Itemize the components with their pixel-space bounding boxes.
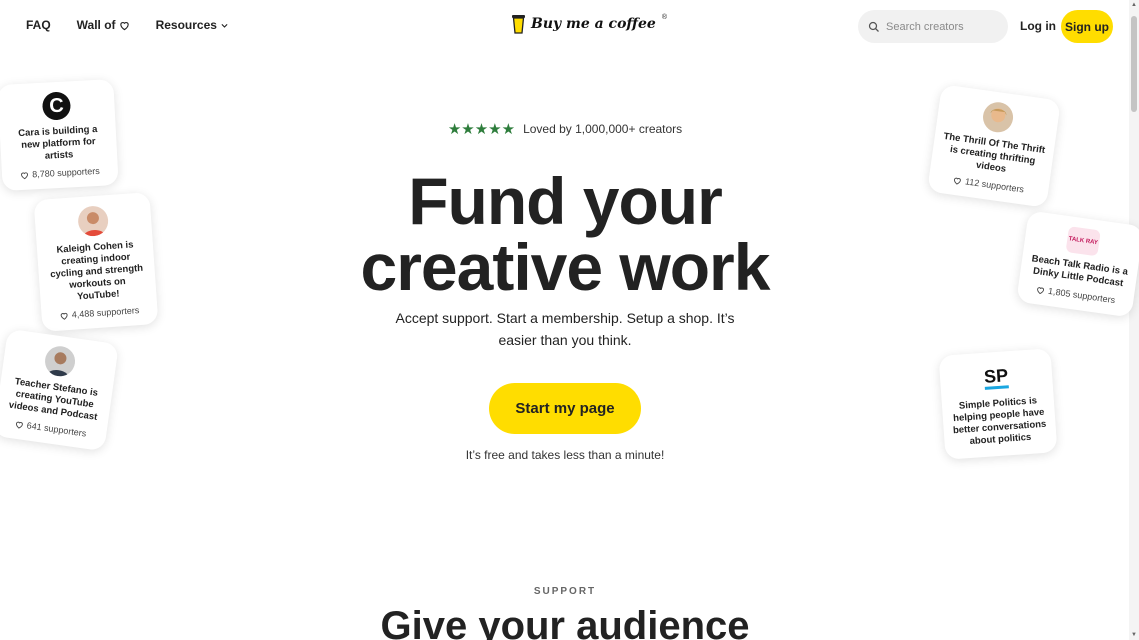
nav-wall-of-love[interactable]: Wall of <box>77 18 130 32</box>
top-nav: FAQ Wall of Resources <box>26 18 229 32</box>
star-rating-icon: ★★★★★ <box>447 121 516 138</box>
hero-subtitle: Accept support. Start a membership. Setu… <box>395 310 735 348</box>
section-label: SUPPORT <box>533 586 597 597</box>
nav-resources-label: Resources <box>155 18 217 32</box>
hero-title-line1: Fund your <box>408 164 723 238</box>
supporter-count: 8,780 supporters <box>20 166 100 180</box>
person-avatar-icon <box>83 212 106 237</box>
search-bar[interactable] <box>858 10 1008 43</box>
card-description: Teacher Stefano is creating YouTube vide… <box>8 376 99 423</box>
card-description: Cara is building a new platform for arti… <box>17 123 98 162</box>
loved-text: Loved by 1,000,000+ creators <box>523 122 683 136</box>
logo-text: Buy me a coffee <box>531 16 656 32</box>
heart-icon <box>1037 286 1045 294</box>
heart-icon <box>21 171 29 179</box>
supporter-count-text: 112 supporters <box>964 176 1025 195</box>
avatar: C <box>41 91 72 121</box>
chevron-down-icon <box>221 23 228 28</box>
section-title: Give your audience <box>380 604 750 640</box>
supporter-count-text: 1,805 supporters <box>1047 285 1116 306</box>
avatar: TALK RAY <box>1065 226 1101 257</box>
supporter-count-text: 4,488 supporters <box>71 305 140 320</box>
search-icon <box>868 21 879 32</box>
scroll-thumb[interactable] <box>1131 16 1137 112</box>
avatar <box>981 100 1015 135</box>
hero-title-line2: creative work <box>360 230 771 304</box>
nav-resources[interactable]: Resources <box>156 18 229 32</box>
scroll-down-arrow-icon[interactable]: ▼ <box>1131 632 1137 638</box>
page-scrollbar[interactable]: ▲ ▼ <box>1129 0 1139 640</box>
nav-faq[interactable]: FAQ <box>26 18 51 32</box>
avatar-letter: C <box>48 94 65 117</box>
start-my-page-button[interactable]: Start my page <box>489 383 641 434</box>
supporter-count-text: 641 supporters <box>26 420 87 439</box>
podcast-logo: TALK RAY <box>1068 235 1099 246</box>
scroll-up-arrow-icon[interactable]: ▲ <box>1131 2 1137 8</box>
creator-card-simple-politics[interactable]: SP Simple Politics is helping people hav… <box>938 348 1058 460</box>
person-avatar-icon <box>47 352 69 378</box>
sp-logo: SP <box>983 364 1009 390</box>
creator-card-stefano[interactable]: Teacher Stefano is creating YouTube vide… <box>0 328 119 452</box>
heart-icon <box>60 312 68 320</box>
supporter-count: 641 supporters <box>14 419 87 439</box>
supporter-count-text: 8,780 supporters <box>31 165 100 180</box>
person-avatar-icon <box>990 108 1007 123</box>
coffee-cup-icon <box>512 15 525 34</box>
heart-icon <box>954 177 962 185</box>
creator-card-cara[interactable]: C Cara is building a new platform for ar… <box>0 79 119 191</box>
card-description: Kaleigh Cohen is creating indoor cycling… <box>49 239 144 303</box>
creator-card-kaleigh[interactable]: Kaleigh Cohen is creating indoor cycling… <box>33 192 159 332</box>
signup-button[interactable]: Sign up <box>1061 10 1113 43</box>
supporter-count: 112 supporters <box>953 175 1025 195</box>
search-input[interactable] <box>886 20 1001 33</box>
card-description: Simple Politics is helping people have b… <box>952 395 1047 448</box>
registered-mark: ® <box>661 13 667 21</box>
creator-card-beach-talk[interactable]: TALK RAY Beach Talk Radio is a Dinky Lit… <box>1016 210 1139 318</box>
login-link[interactable]: Log in <box>1020 19 1056 33</box>
brand-logo[interactable]: Buy me a coffee ® <box>512 14 667 34</box>
creator-card-thrift[interactable]: The Thrill Of The Thrift is creating thr… <box>927 84 1061 208</box>
supporter-count: 4,488 supporters <box>60 305 140 321</box>
heart-icon <box>16 421 23 429</box>
avatar: SP <box>980 361 1012 393</box>
heart-icon <box>119 21 129 30</box>
nav-wall-label: Wall of <box>76 18 116 32</box>
nav-faq-label: FAQ <box>26 18 51 32</box>
avatar <box>43 344 77 379</box>
card-description: The Thrill Of The Thrift is creating thr… <box>942 130 1046 175</box>
avatar <box>77 205 110 238</box>
